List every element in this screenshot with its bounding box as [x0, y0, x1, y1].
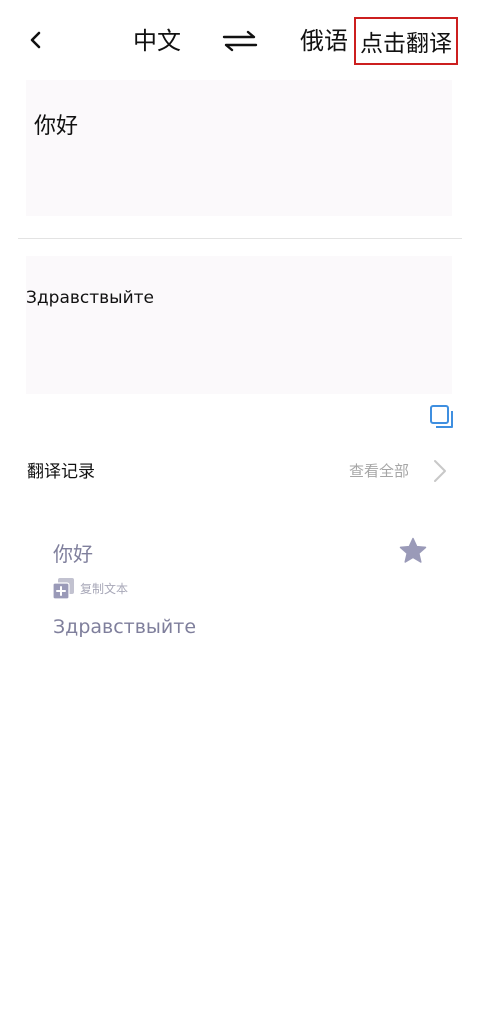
swap-arrows-icon[interactable]: [220, 27, 260, 55]
source-text: 你好: [34, 114, 79, 139]
view-all-link[interactable]: 查看全部: [349, 460, 409, 481]
divider: [18, 238, 462, 239]
history-title: 翻译记录: [27, 462, 95, 482]
copy-text-label: 复制文本: [80, 582, 129, 596]
copy-icon[interactable]: [428, 403, 456, 431]
chevron-right-icon[interactable]: [432, 458, 448, 484]
record-translation-text: Здравствыйте: [53, 616, 197, 638]
chevron-left-icon[interactable]: [22, 26, 50, 54]
source-text-area[interactable]: 你好: [26, 80, 452, 216]
star-icon[interactable]: [398, 536, 428, 566]
translate-button[interactable]: 点击翻译: [354, 17, 458, 65]
translation-text: Здравствыйте: [26, 288, 154, 308]
record-source-text: 你好: [53, 542, 93, 566]
source-language-selector[interactable]: 中文: [133, 24, 181, 58]
top-bar: 中文 俄语 点击翻译: [0, 0, 480, 80]
translation-result-area: Здравствыйте: [26, 256, 452, 394]
target-language-selector[interactable]: 俄语: [300, 24, 348, 58]
copy-text-icon: [52, 578, 74, 600]
record-copy-button[interactable]: 复制文本: [52, 577, 128, 600]
